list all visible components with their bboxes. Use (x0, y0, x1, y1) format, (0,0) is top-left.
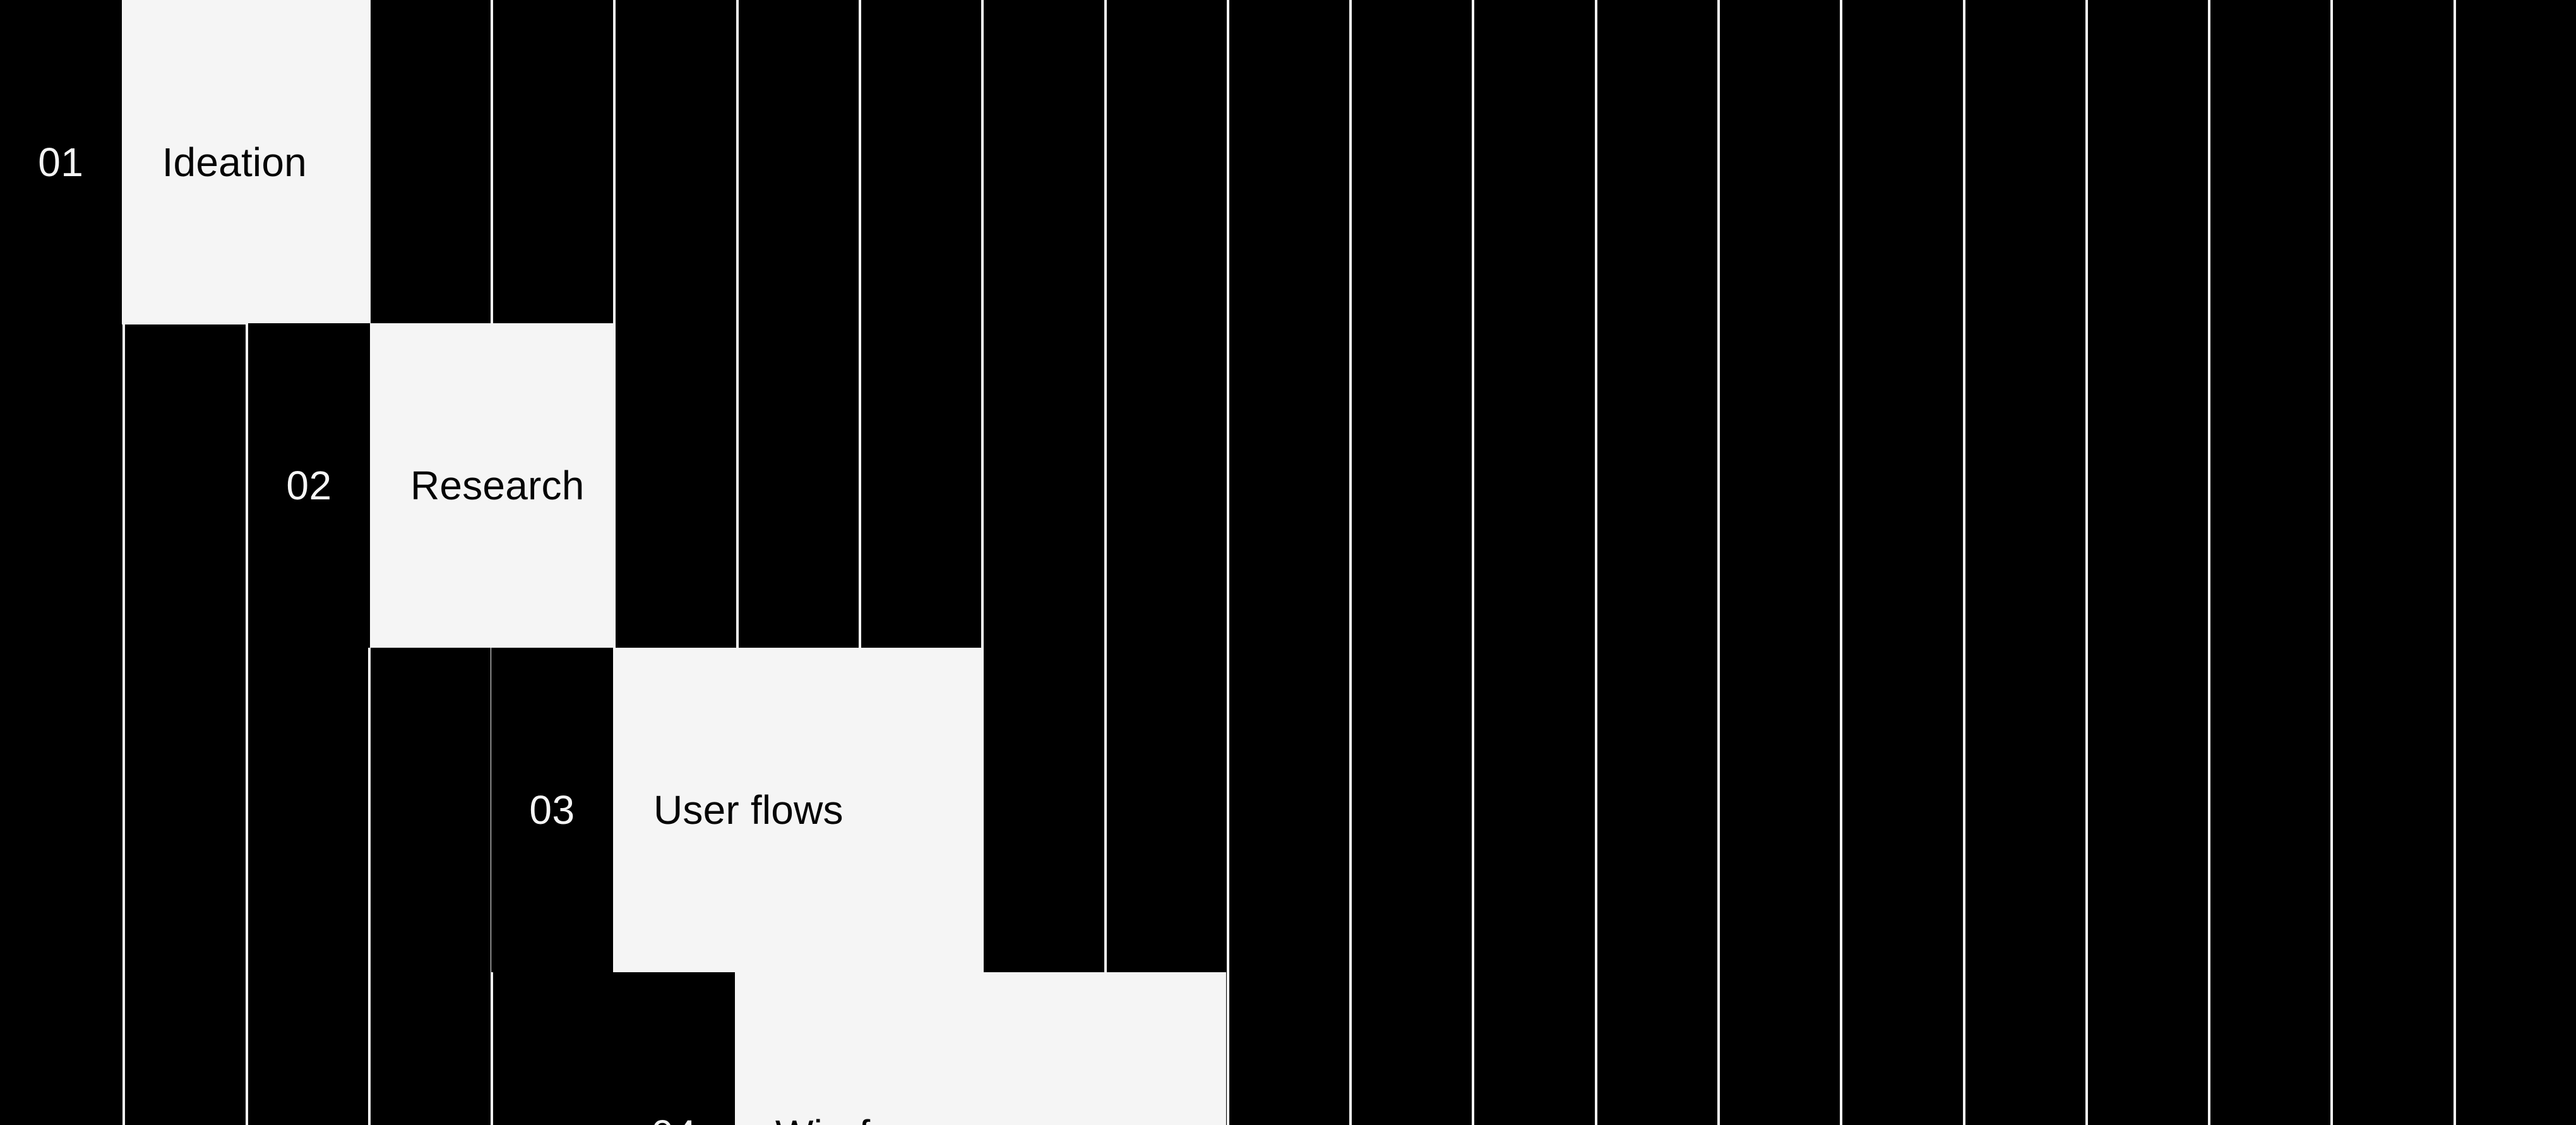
gantt-chart: 01Ideation02Research03User flows04Wirefr… (0, 0, 2576, 1125)
gantt-row: 01 Ideation (0, 0, 2576, 324)
gantt-bar-label: Research (370, 323, 613, 648)
gantt-bar-index: 03 (491, 648, 613, 972)
gantt-bar-index: 02 (248, 323, 370, 648)
gantt-bar[interactable]: 04Wireframes (613, 972, 1226, 1125)
gantt-bar[interactable]: 02 Research (248, 323, 613, 648)
gantt-bar[interactable]: 01 Ideation (0, 0, 369, 324)
gantt-row: 04Wireframes (0, 972, 2576, 1125)
gantt-bar-index: 04 (613, 972, 735, 1125)
gantt-bar-label: User flows (613, 648, 982, 972)
gantt-bar[interactable]: 03 User flows (491, 648, 982, 972)
gantt-bar-label: Wireframes (735, 972, 1226, 1125)
gantt-row: 02 Research (0, 323, 2576, 648)
gantt-bar-index: 01 (0, 0, 122, 324)
gantt-row: 03 User flows (0, 648, 2576, 972)
gantt-bar-label: Ideation (121, 0, 369, 324)
